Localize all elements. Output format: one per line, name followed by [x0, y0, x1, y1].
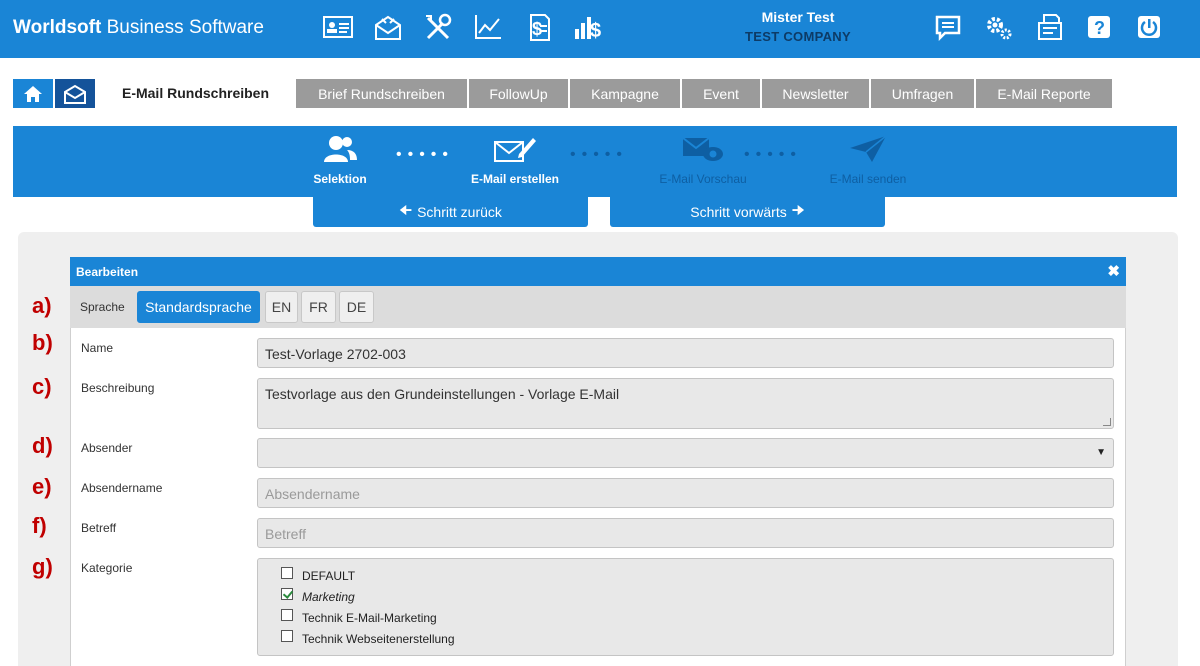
svg-text:$: $	[590, 20, 601, 41]
sales-chart-icon[interactable]: $	[570, 11, 606, 43]
category-option-default[interactable]: DEFAULT	[281, 567, 355, 583]
category-label: Kategorie	[81, 561, 133, 575]
language-standard-button[interactable]: Standardsprache	[137, 291, 260, 323]
contact-card-icon[interactable]	[320, 11, 356, 43]
app-brand: Worldsoft Business Software	[13, 17, 264, 38]
tools-icon[interactable]	[420, 11, 456, 43]
mail-module-tab[interactable]	[55, 79, 95, 108]
marker-f: f)	[32, 513, 47, 538]
language-fr-button[interactable]: FR	[301, 291, 336, 323]
name-input[interactable]: Test-Vorlage 2702-003	[257, 338, 1114, 368]
chart-line-icon[interactable]	[470, 11, 506, 43]
category-option-technik-web[interactable]: Technik Webseitenerstellung	[281, 630, 455, 646]
wizard-step-selektion[interactable]: Selektion	[275, 134, 405, 186]
tab-kampagne[interactable]: Kampagne	[570, 79, 680, 108]
mail-edit-icon	[494, 138, 536, 162]
marker-d: d)	[32, 433, 53, 458]
language-label: Sprache	[80, 300, 125, 314]
mail-settings-icon[interactable]	[370, 11, 406, 43]
user-company: TEST COMPANY	[745, 29, 851, 44]
wizard-bar: Selektion ••••• E-Mail erstellen ••••• E…	[13, 126, 1177, 197]
tab-event[interactable]: Event	[682, 79, 760, 108]
help-icon[interactable]: ?	[1081, 11, 1117, 43]
step-forward-button[interactable]: Schritt vorwärts 🠊	[610, 197, 885, 227]
users-icon	[324, 136, 357, 162]
user-name: Mister Test	[761, 9, 835, 25]
dropdown-arrow-icon: ▼	[1096, 447, 1106, 458]
tab-followup[interactable]: FollowUp	[469, 79, 568, 108]
sender-label: Absender	[81, 441, 133, 455]
home-icon	[24, 85, 42, 102]
sender-select[interactable]: ▼	[257, 438, 1114, 468]
tab-newsletter[interactable]: Newsletter	[762, 79, 869, 108]
chat-icon[interactable]	[930, 11, 966, 43]
arrow-right-icon: 🠊	[791, 202, 805, 218]
name-label: Name	[81, 341, 114, 355]
wizard-separator: •••••	[744, 146, 803, 163]
user-info: Mister Test TEST COMPANY	[700, 9, 896, 44]
home-tab[interactable]	[13, 79, 53, 108]
description-textarea[interactable]: Testvorlage aus den Grundeinstellungen -…	[257, 378, 1114, 429]
tab-email-rundschreiben[interactable]: E-Mail Rundschreiben	[97, 78, 294, 108]
step-back-button[interactable]: 🠈 Schritt zurück	[313, 197, 588, 227]
language-bar: Sprache Standardsprache EN FR DE	[70, 286, 1126, 328]
tab-email-reporte[interactable]: E-Mail Reporte	[976, 79, 1112, 108]
svg-text:?: ?	[1094, 18, 1105, 38]
marker-a: a)	[32, 293, 52, 318]
language-de-button[interactable]: DE	[339, 291, 374, 323]
fax-icon[interactable]	[1032, 11, 1068, 43]
checkbox-checked[interactable]	[281, 588, 293, 600]
tab-umfragen[interactable]: Umfragen	[871, 79, 974, 108]
dialog-header: Bearbeiten ✖	[70, 257, 1126, 286]
wizard-separator: •••••	[570, 146, 629, 163]
marker-e: e)	[32, 474, 52, 499]
marker-g: g)	[32, 554, 53, 579]
subject-input[interactable]: Betreff	[257, 518, 1114, 548]
power-icon[interactable]	[1131, 11, 1167, 43]
marker-b: b)	[32, 330, 53, 355]
svg-text:$: $	[532, 19, 542, 39]
resize-handle[interactable]	[1103, 418, 1111, 426]
tab-brief-rundschreiben[interactable]: Brief Rundschreiben	[296, 79, 467, 108]
close-icon[interactable]: ✖	[1107, 262, 1120, 280]
arrow-left-icon: 🠈	[399, 202, 413, 218]
category-list: DEFAULT Marketing Technik E-Mail-Marketi…	[257, 558, 1114, 656]
category-option-marketing[interactable]: Marketing	[281, 588, 355, 604]
wizard-step-email-erstellen[interactable]: E-Mail erstellen	[450, 134, 580, 186]
marker-c: c)	[32, 374, 52, 399]
send-icon	[850, 135, 887, 162]
category-option-technik-email[interactable]: Technik E-Mail-Marketing	[281, 609, 437, 625]
description-text: Testvorlage aus den Grundeinstellungen -…	[265, 386, 620, 402]
sender-name-input[interactable]: Absendername	[257, 478, 1114, 508]
subject-label: Betreff	[81, 521, 117, 535]
language-en-button[interactable]: EN	[265, 291, 298, 323]
checkbox[interactable]	[281, 567, 293, 579]
wizard-separator: •••••	[396, 146, 455, 163]
description-label: Beschreibung	[81, 381, 155, 395]
checkbox[interactable]	[281, 630, 293, 642]
mail-preview-icon	[682, 137, 723, 161]
settings-gears-icon[interactable]	[981, 11, 1017, 43]
invoice-icon[interactable]: $	[520, 11, 556, 43]
mail-settings-icon	[64, 84, 86, 104]
top-bar: Worldsoft Business Software $ $ Mister T…	[0, 0, 1200, 58]
dialog-title: Bearbeiten	[76, 265, 139, 279]
wizard-step-email-senden[interactable]: E-Mail senden	[803, 134, 933, 186]
checkbox[interactable]	[281, 609, 293, 621]
sender-name-label: Absendername	[81, 481, 163, 495]
